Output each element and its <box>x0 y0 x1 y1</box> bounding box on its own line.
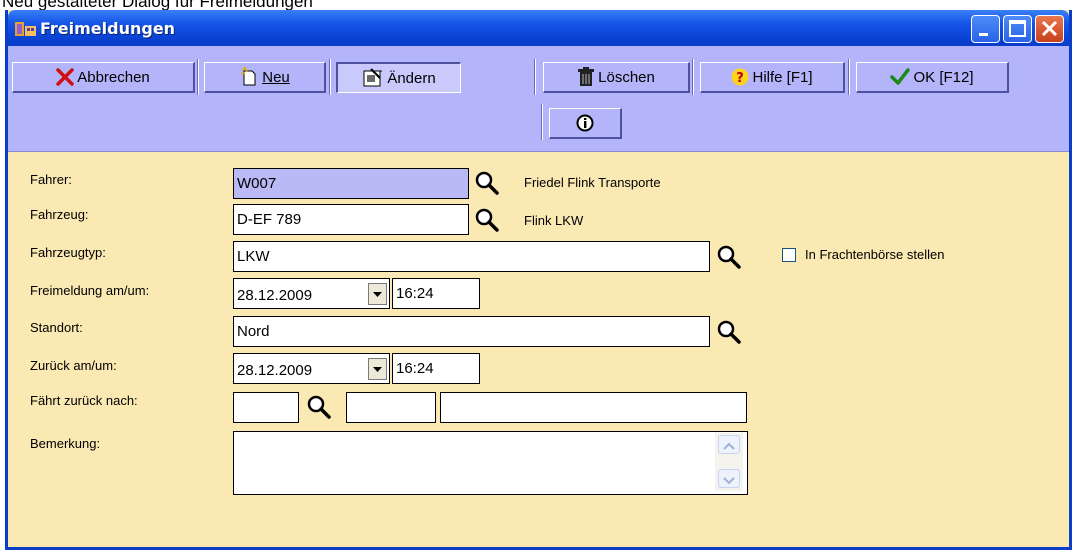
return-to-search-icon[interactable] <box>306 394 332 420</box>
toolbar-separator <box>534 59 536 95</box>
info-button[interactable] <box>549 108 622 139</box>
new-button[interactable]: Neu <box>204 62 326 93</box>
toolbar-separator <box>848 59 850 95</box>
cancel-label: Abbrechen <box>77 68 150 86</box>
delete-label: Löschen <box>598 68 655 86</box>
release-date-value: 28.12.2009 <box>237 287 313 304</box>
toolbar-separator <box>197 59 199 95</box>
checkmark-icon <box>890 68 911 85</box>
location-search-icon[interactable] <box>716 319 742 345</box>
minimize-button[interactable] <box>971 15 1000 43</box>
release-date-dropdown-button[interactable] <box>368 283 387 305</box>
new-label: Neu <box>262 68 290 86</box>
question-icon: ? <box>731 68 749 86</box>
vehicle-search-icon[interactable] <box>474 207 500 233</box>
freight-exchange-checkbox[interactable] <box>782 248 796 262</box>
return-to-city-input[interactable] <box>440 392 747 423</box>
ok-label: OK [F12] <box>913 68 974 86</box>
x-icon <box>56 68 74 86</box>
vehicle-label: Fahrzeug: <box>30 207 89 222</box>
vehicle-type-label: Fahrzeugtyp: <box>30 245 106 260</box>
form-area: Fahrer: W007 Friedel Flink Transporte Fa… <box>8 153 1069 547</box>
trash-icon <box>578 67 595 86</box>
edit-button[interactable]: Ändern <box>336 62 461 93</box>
help-label: Hilfe [F1] <box>752 68 813 86</box>
svg-text:?: ? <box>737 71 745 86</box>
location-label: Standort: <box>30 320 83 335</box>
edit-icon <box>363 68 383 87</box>
vehicle-info: Flink LKW <box>524 213 584 228</box>
info-icon <box>576 114 594 132</box>
return-to-label: Fährt zurück nach: <box>30 393 138 408</box>
toolbar-separator <box>692 59 694 95</box>
toolbar-separator <box>329 59 331 95</box>
remark-textarea[interactable] <box>233 431 748 495</box>
return-label: Zurück am/um: <box>30 358 117 373</box>
chevron-down-icon <box>373 292 382 297</box>
return-date-combo[interactable]: 28.12.2009 <box>233 353 390 384</box>
maximize-button[interactable] <box>1003 15 1032 43</box>
vehicle-input[interactable]: D-EF 789 <box>233 204 469 235</box>
maximize-icon <box>1009 20 1026 37</box>
close-button[interactable] <box>1035 15 1064 43</box>
toolbar-separator <box>541 104 543 140</box>
freight-exchange-label: In Frachtenbörse stellen <box>805 247 945 262</box>
scroll-up-button[interactable] <box>718 435 740 454</box>
window-title: Freimeldungen <box>40 19 176 38</box>
return-time-input[interactable]: 16:24 <box>392 353 480 384</box>
chevron-down-icon <box>723 477 735 485</box>
return-date-value: 28.12.2009 <box>237 362 313 379</box>
app-icon <box>15 22 36 36</box>
return-date-dropdown-button[interactable] <box>368 358 387 380</box>
vehicle-type-search-icon[interactable] <box>716 244 742 270</box>
driver-info: Friedel Flink Transporte <box>524 175 661 190</box>
toolbar: Abbrechen Neu Ändern Löschen ? Hilfe [F1… <box>8 46 1069 152</box>
edit-label: Ändern <box>387 69 436 87</box>
ok-button[interactable]: OK [F12] <box>856 62 1009 93</box>
driver-input[interactable]: W007 <box>233 168 469 199</box>
delete-button[interactable]: Löschen <box>543 62 690 93</box>
remark-scrollbar[interactable] <box>715 433 743 491</box>
driver-label: Fahrer: <box>30 172 72 187</box>
help-button[interactable]: ? Hilfe [F1] <box>700 62 845 93</box>
vehicle-type-input[interactable]: LKW <box>233 241 710 272</box>
release-date-combo[interactable]: 28.12.2009 <box>233 278 390 309</box>
return-to-code-input[interactable] <box>233 392 299 423</box>
release-label: Freimeldung am/um: <box>30 283 150 298</box>
dialog-window: Freimeldungen Abbrechen Neu Ändern Lösch… <box>5 10 1072 550</box>
location-input[interactable]: Nord <box>233 316 710 347</box>
driver-search-icon[interactable] <box>474 170 500 196</box>
title-bar[interactable]: Freimeldungen <box>8 10 1069 46</box>
release-time-input[interactable]: 16:24 <box>392 278 480 309</box>
remark-label: Bemerkung: <box>30 436 101 451</box>
new-document-icon <box>241 67 256 86</box>
scroll-down-button[interactable] <box>718 469 740 488</box>
return-to-zip-input[interactable] <box>346 392 436 423</box>
chevron-down-icon <box>373 367 382 372</box>
cancel-button[interactable]: Abbrechen <box>12 62 195 93</box>
minimize-icon <box>979 33 988 36</box>
close-icon <box>1041 20 1058 37</box>
chevron-up-icon <box>723 442 735 450</box>
